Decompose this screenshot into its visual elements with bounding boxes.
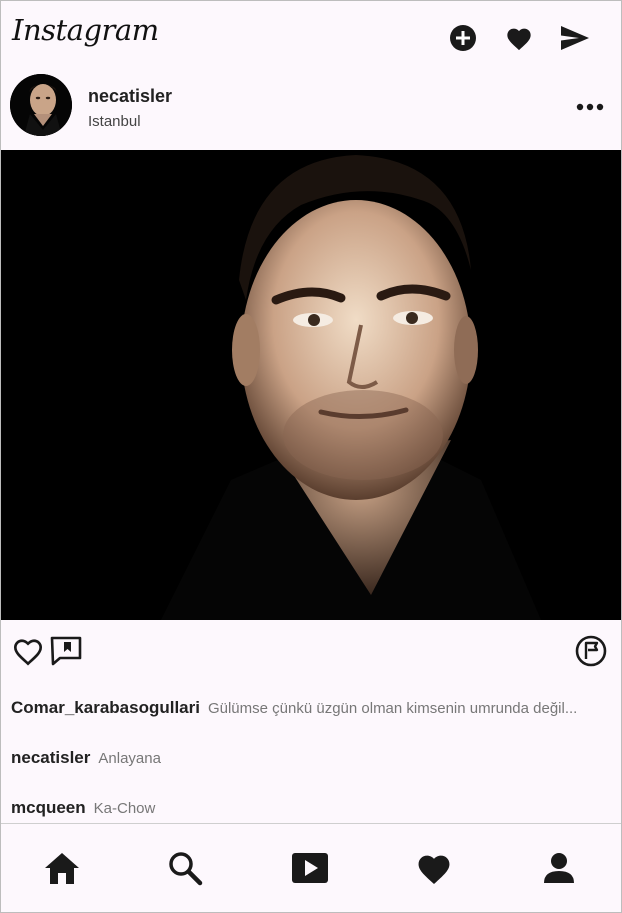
comment-item: mcqueen Ka-Chow — [11, 798, 611, 818]
more-options-icon[interactable] — [575, 95, 605, 119]
instagram-logo[interactable]: Instagram — [12, 13, 159, 47]
send-icon[interactable] — [560, 23, 590, 53]
comment-item: Comar_karabasogullari Gülümse çünkü üzgün… — [11, 698, 611, 718]
profile-icon[interactable] — [539, 848, 579, 888]
save-icon[interactable] — [574, 634, 608, 668]
comment-text: Anlayana — [98, 750, 161, 767]
comment-icon[interactable] — [49, 634, 83, 668]
post-username[interactable]: necatisler — [88, 86, 172, 107]
comment-username[interactable]: Comar_karabasogullari — [11, 698, 200, 717]
top-bar: Instagram — [1, 1, 621, 71]
comment-text: Ka-Chow — [93, 800, 156, 817]
post-header: necatisler Istanbul — [1, 71, 621, 149]
heart-icon[interactable] — [504, 23, 534, 53]
comment-username[interactable]: mcqueen — [11, 798, 86, 817]
activity-icon[interactable] — [414, 848, 454, 888]
app-frame: Instagram necatisler Istanbul Comar_kara… — [0, 0, 622, 913]
comment-username[interactable]: necatisler — [11, 748, 90, 767]
add-post-icon[interactable] — [448, 23, 478, 53]
comment-text: Gülümse çünkü üzgün olman kimsenin umrun… — [207, 700, 578, 717]
post-image[interactable] — [1, 150, 621, 620]
post-location[interactable]: Istanbul — [88, 113, 141, 130]
bottom-nav — [1, 823, 621, 912]
like-icon[interactable] — [11, 634, 45, 668]
post-actions — [1, 626, 621, 676]
avatar[interactable] — [10, 74, 72, 136]
search-icon[interactable] — [165, 848, 205, 888]
reels-icon[interactable] — [290, 848, 330, 888]
portrait-photo-icon — [1, 150, 621, 620]
home-icon[interactable] — [42, 848, 82, 888]
comment-item: necatisler Anlayana — [11, 748, 611, 768]
